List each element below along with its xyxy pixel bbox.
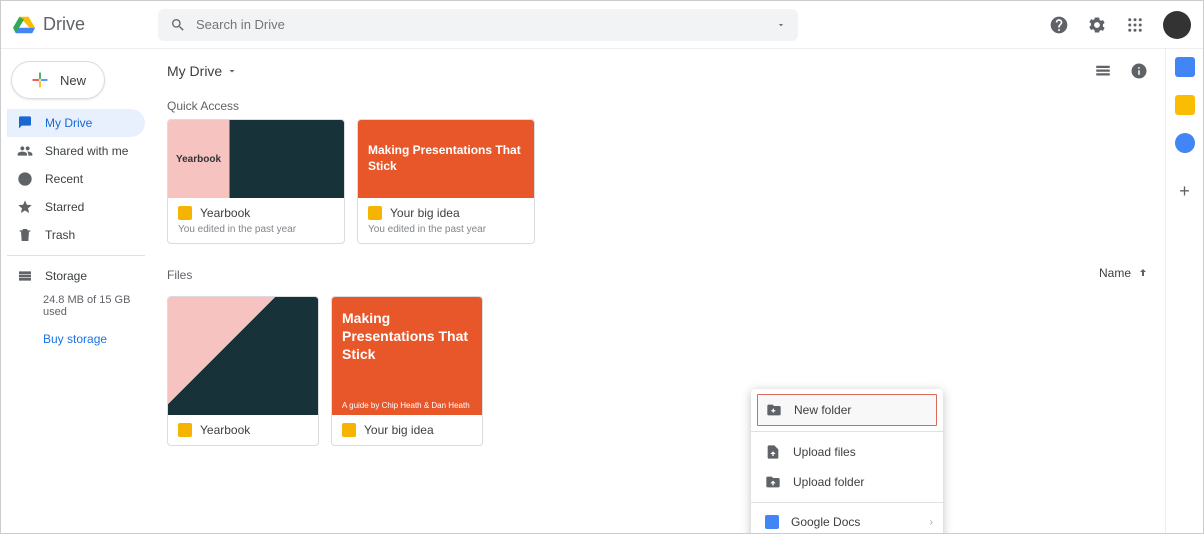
ctx-new-folder[interactable]: New folder — [757, 394, 937, 426]
quick-access-name: Yearbook — [200, 206, 250, 220]
quick-access-card[interactable]: Making Presentations That Stick Your big… — [357, 119, 535, 244]
slides-icon — [178, 206, 192, 220]
file-card[interactable]: Making Presentations That Stick A guide … — [331, 296, 483, 446]
top-bar: Drive — [1, 1, 1203, 49]
arrow-up-icon — [1137, 267, 1149, 279]
app-name: Drive — [43, 14, 85, 35]
avatar[interactable] — [1163, 11, 1191, 39]
storage-usage: 24.8 MB of 15 GB used — [7, 290, 145, 326]
context-menu: New folder Upload files Upload folder Go… — [751, 389, 943, 533]
ctx-label: Upload files — [793, 445, 856, 459]
file-name: Yearbook — [200, 423, 250, 437]
logo-area[interactable]: Drive — [13, 14, 158, 36]
sidebar-item-storage[interactable]: Storage — [7, 262, 145, 290]
help-icon[interactable] — [1049, 15, 1069, 35]
files-label: Files — [167, 268, 192, 282]
sidebar: New My Drive Shared with me Recent Starr… — [1, 49, 151, 533]
sort-button[interactable]: Name — [1099, 266, 1149, 280]
ctx-label: Upload folder — [793, 475, 864, 489]
file-card[interactable]: Yearbook — [167, 296, 319, 446]
sidebar-item-trash[interactable]: Trash — [7, 221, 145, 249]
star-icon — [17, 199, 33, 215]
search-box[interactable] — [158, 9, 798, 41]
chevron-down-icon — [226, 65, 238, 77]
drive-logo-icon — [13, 14, 35, 36]
sidebar-item-mydrive[interactable]: My Drive — [7, 109, 145, 137]
sidebar-item-label: Recent — [45, 172, 83, 186]
new-folder-icon — [766, 402, 782, 418]
buy-storage-link[interactable]: Buy storage — [7, 326, 145, 346]
add-icon[interactable]: + — [1179, 181, 1190, 202]
calendar-icon[interactable] — [1175, 57, 1195, 77]
sidebar-item-label: My Drive — [45, 116, 92, 130]
chevron-right-icon: › — [930, 517, 933, 528]
slides-icon — [342, 423, 356, 437]
ctx-google-docs[interactable]: Google Docs › — [751, 508, 943, 533]
docs-icon — [765, 515, 779, 529]
sidebar-item-recent[interactable]: Recent — [7, 165, 145, 193]
file-thumb: Making Presentations That Stick A guide … — [332, 297, 482, 415]
dropdown-icon[interactable] — [776, 20, 786, 30]
breadcrumb-label: My Drive — [167, 63, 222, 79]
upload-folder-icon — [765, 474, 781, 490]
search-icon — [170, 17, 186, 33]
trash-icon — [17, 227, 33, 243]
mydrive-icon — [17, 115, 33, 131]
people-icon — [17, 143, 33, 159]
file-thumb — [168, 297, 318, 415]
sidebar-item-label: Storage — [45, 269, 87, 283]
new-button-label: New — [60, 73, 86, 88]
tasks-icon[interactable] — [1175, 133, 1195, 153]
search-input[interactable] — [196, 17, 766, 32]
sidebar-item-label: Trash — [45, 228, 75, 242]
sidebar-item-label: Shared with me — [45, 144, 128, 158]
new-button[interactable]: New — [11, 61, 105, 99]
slides-icon — [178, 423, 192, 437]
storage-icon — [17, 268, 33, 284]
ctx-label: Google Docs — [791, 515, 860, 529]
clock-icon — [17, 171, 33, 187]
file-name: Your big idea — [364, 423, 434, 437]
slides-icon — [368, 206, 382, 220]
sidebar-item-label: Starred — [45, 200, 84, 214]
list-view-icon[interactable] — [1093, 61, 1113, 81]
top-right-actions — [1049, 11, 1191, 39]
ctx-upload-folder[interactable]: Upload folder — [751, 467, 943, 497]
plus-icon — [30, 70, 50, 90]
gear-icon[interactable] — [1087, 15, 1107, 35]
quick-access-name: Your big idea — [390, 206, 460, 220]
sidebar-item-starred[interactable]: Starred — [7, 193, 145, 221]
info-icon[interactable] — [1129, 61, 1149, 81]
quick-access-sub: You edited in the past year — [368, 224, 524, 235]
ctx-label: New folder — [794, 403, 851, 417]
apps-icon[interactable] — [1125, 15, 1145, 35]
sidebar-item-shared[interactable]: Shared with me — [7, 137, 145, 165]
upload-file-icon — [765, 444, 781, 460]
sort-label: Name — [1099, 266, 1131, 280]
content-area: My Drive Quick Access Yearbook Yearbook … — [151, 49, 1165, 533]
ctx-upload-files[interactable]: Upload files — [751, 437, 943, 467]
keep-icon[interactable] — [1175, 95, 1195, 115]
quick-access-thumb: Making Presentations That Stick — [358, 120, 534, 198]
breadcrumb[interactable]: My Drive — [167, 63, 238, 79]
quick-access-card[interactable]: Yearbook Yearbook You edited in the past… — [167, 119, 345, 244]
quick-access-label: Quick Access — [167, 99, 1149, 113]
right-rail: + — [1165, 49, 1203, 533]
quick-access-thumb: Yearbook — [168, 120, 344, 198]
quick-access-sub: You edited in the past year — [178, 224, 334, 235]
